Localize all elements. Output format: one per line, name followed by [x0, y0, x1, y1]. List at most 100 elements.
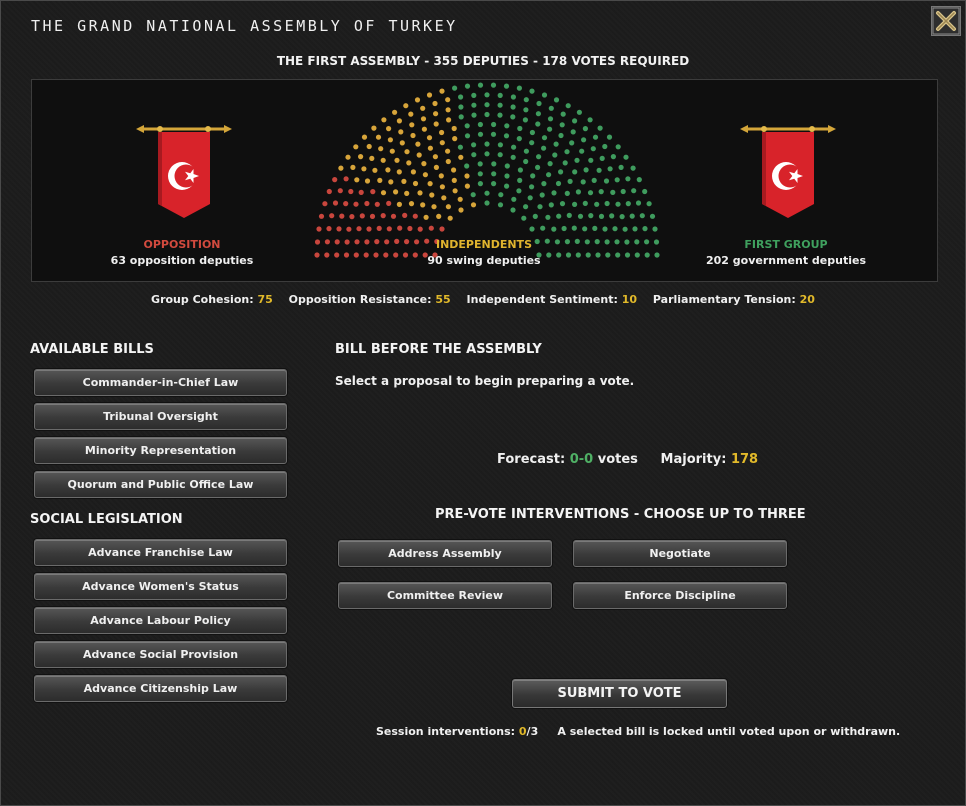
seat-independent — [431, 204, 437, 210]
seat-independent — [464, 173, 470, 179]
seat-government — [624, 252, 631, 258]
seat-independent — [366, 143, 372, 150]
seat-independent — [404, 190, 410, 196]
seat-independent — [394, 157, 400, 163]
available-bills-heading: AVAILABLE BILLS — [30, 342, 154, 357]
seat-opposition — [339, 213, 345, 219]
seat-government — [556, 213, 562, 219]
seat-opposition — [364, 200, 370, 207]
seat-government — [477, 82, 484, 88]
negotiate-button[interactable]: Negotiate — [573, 540, 787, 567]
seat-government — [516, 136, 522, 142]
seat-government — [642, 226, 648, 232]
seat-government — [585, 252, 591, 258]
seat-independent — [433, 164, 439, 170]
bill-button-tribunal-oversight[interactable]: Tribunal Oversight — [34, 403, 287, 430]
bill-button-social-provision[interactable]: Advance Social Provision — [34, 641, 287, 668]
seat-independent — [423, 214, 429, 220]
seat-independent — [408, 201, 415, 207]
seat-opposition — [353, 201, 359, 207]
seat-opposition — [343, 176, 349, 182]
seat-government — [552, 152, 558, 158]
bill-button-womens-status[interactable]: Advance Women's Status — [34, 573, 287, 600]
seat-government — [564, 149, 570, 155]
seat-government — [653, 239, 660, 245]
seat-independent — [439, 184, 445, 190]
seat-opposition — [356, 226, 362, 232]
seat-independent — [420, 116, 427, 122]
seat-independent — [396, 118, 402, 124]
seat-independent — [338, 165, 344, 171]
seat-government — [491, 161, 497, 167]
seat-government — [592, 225, 598, 231]
seat-opposition — [344, 239, 350, 245]
seat-opposition — [364, 239, 370, 245]
seat-independent — [385, 167, 391, 173]
seat-government — [559, 122, 565, 128]
bill-button-citizenship[interactable]: Advance Citizenship Law — [34, 675, 287, 702]
seat-government — [471, 92, 477, 98]
seat-government — [609, 213, 615, 219]
seat-government — [458, 114, 464, 120]
seat-government — [558, 169, 564, 175]
seat-independent — [372, 167, 378, 173]
bill-button-franchise[interactable]: Advance Franchise Law — [34, 539, 287, 566]
seat-government — [587, 117, 593, 123]
enforce-discipline-button[interactable]: Enforce Discipline — [573, 582, 787, 609]
seat-government — [504, 163, 510, 169]
seat-opposition — [358, 189, 364, 195]
submit-vote-button[interactable]: SUBMIT TO VOTE — [512, 679, 727, 708]
seat-opposition — [343, 252, 350, 258]
seat-government — [477, 131, 484, 137]
independents-label: INDEPENDENTS — [435, 238, 532, 251]
seat-government — [548, 105, 554, 111]
bill-button-labour-policy[interactable]: Advance Labour Policy — [34, 607, 287, 634]
bill-button-quorum[interactable]: Quorum and Public Office Law — [34, 471, 287, 498]
seat-independent — [378, 146, 384, 152]
seat-government — [490, 82, 497, 88]
seat-independent — [417, 190, 423, 196]
seat-government — [644, 239, 650, 245]
seat-government — [484, 92, 490, 98]
seat-government — [634, 239, 640, 245]
close-icon — [932, 7, 960, 35]
seat-independent — [371, 125, 377, 131]
stat-parliamentary-tension: Parliamentary Tension: 20 — [652, 293, 815, 306]
seat-government — [584, 239, 590, 245]
seat-independent — [364, 178, 371, 184]
seat-independent — [345, 154, 351, 160]
seat-government — [529, 88, 535, 94]
bill-button-minority-representation[interactable]: Minority Representation — [34, 437, 287, 464]
seat-independent — [426, 92, 433, 98]
seat-government — [551, 226, 557, 232]
close-button[interactable] — [931, 6, 961, 36]
seat-independent — [421, 161, 427, 167]
seat-opposition — [324, 252, 330, 258]
seat-independent — [388, 179, 394, 185]
seat-government — [517, 177, 523, 183]
seat-government — [517, 167, 523, 173]
seat-government — [523, 97, 529, 103]
seat-independent — [451, 167, 457, 173]
seat-government — [546, 172, 552, 178]
seat-independent — [439, 140, 445, 146]
bill-button-commander-in-chief[interactable]: Commander-in-Chief Law — [34, 369, 287, 396]
seat-government — [529, 184, 535, 190]
seat-government — [477, 171, 483, 177]
seat-independent — [354, 177, 360, 183]
window-title: THE GRAND NATIONAL ASSEMBLY OF TURKEY — [31, 17, 458, 35]
seat-opposition — [374, 201, 380, 207]
seat-government — [545, 214, 551, 220]
seat-independent — [401, 178, 407, 184]
opposition-label: OPPOSITION — [143, 238, 221, 251]
parliament-panel: OPPOSITION 63 opposition deputies INDEPE… — [31, 79, 938, 282]
seat-independent — [422, 172, 428, 178]
seat-government — [540, 225, 546, 231]
seat-government — [559, 201, 566, 207]
seat-government — [470, 192, 476, 198]
seat-government — [612, 226, 618, 232]
address-assembly-button[interactable]: Address Assembly — [338, 540, 552, 567]
seat-government — [535, 164, 541, 170]
vote-forecast: Forecast: 0-0 votes Majority: 178 — [497, 452, 759, 467]
committee-review-button[interactable]: Committee Review — [338, 582, 552, 609]
